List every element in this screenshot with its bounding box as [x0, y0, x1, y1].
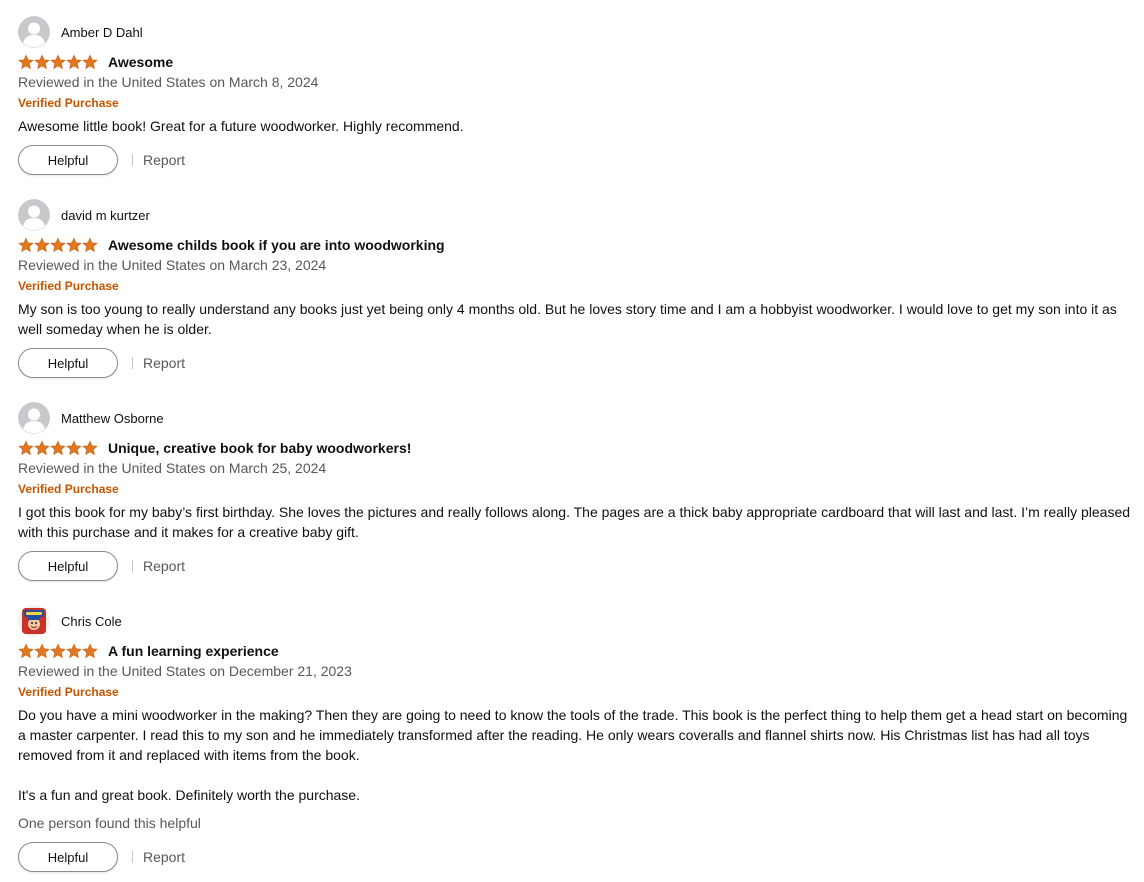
review-date: Reviewed in the United States on March 2…	[18, 257, 327, 273]
default-avatar-icon	[18, 16, 50, 48]
star-icon	[66, 54, 82, 70]
report-link[interactable]: Report	[143, 152, 185, 168]
review-date: Reviewed in the United States on Decembe…	[18, 663, 352, 679]
star-icon	[34, 237, 50, 253]
star-icon	[66, 237, 82, 253]
reviewer-name: Amber D Dahl	[61, 24, 143, 40]
star-icon	[18, 643, 34, 659]
divider	[132, 851, 133, 863]
review-paragraph: My son is too young to really understand…	[18, 301, 1117, 337]
review-body: Awesome little book! Great for a future …	[18, 116, 1138, 136]
star-icon	[66, 643, 82, 659]
verified-purchase-badge[interactable]: Verified Purchase	[18, 685, 119, 699]
star-icon	[82, 643, 98, 659]
review-paragraph: Awesome little book! Great for a future …	[18, 118, 464, 134]
review-body: Do you have a mini woodworker in the mak…	[18, 705, 1138, 805]
star-icon	[66, 440, 82, 456]
star-icon	[18, 54, 34, 70]
helpful-button[interactable]: Helpful	[18, 842, 118, 872]
review-body: I got this book for my baby’s first birt…	[18, 502, 1138, 542]
review-paragraph: Do you have a mini woodworker in the mak…	[18, 707, 1128, 763]
divider	[132, 357, 133, 369]
report-link[interactable]: Report	[143, 558, 185, 574]
review-actions: Helpful Report	[18, 348, 185, 378]
report-link[interactable]: Report	[143, 355, 185, 371]
rating-row: A fun learning experience	[18, 641, 279, 661]
review-paragraph: It's a fun and great book. Definitely wo…	[18, 787, 360, 803]
helpful-button[interactable]: Helpful	[18, 551, 118, 581]
star-icon	[18, 237, 34, 253]
review-title[interactable]: Unique, creative book for baby woodworke…	[108, 440, 411, 456]
star-icon	[34, 643, 50, 659]
reviewer-profile[interactable]: Amber D Dahl	[18, 16, 143, 48]
helpful-button[interactable]: Helpful	[18, 348, 118, 378]
review-title[interactable]: Awesome childs book if you are into wood…	[108, 237, 445, 253]
star-icon	[50, 54, 66, 70]
star-icon	[50, 237, 66, 253]
reviewer-name: Matthew Osborne	[61, 410, 164, 426]
star-icon	[50, 643, 66, 659]
review-title[interactable]: Awesome	[108, 54, 173, 70]
star-rating[interactable]	[18, 440, 98, 456]
star-rating[interactable]	[18, 643, 98, 659]
star-icon	[82, 440, 98, 456]
default-avatar-icon	[18, 402, 50, 434]
review-date: Reviewed in the United States on March 2…	[18, 460, 327, 476]
divider	[132, 154, 133, 166]
review-actions: Helpful Report	[18, 145, 185, 175]
reviewer-profile[interactable]: david m kurtzer	[18, 199, 150, 231]
star-rating[interactable]	[18, 54, 98, 70]
review-paragraph: I got this book for my baby’s first birt…	[18, 504, 1131, 540]
review-date: Reviewed in the United States on March 8…	[18, 74, 319, 90]
star-rating[interactable]	[18, 237, 98, 253]
reviewer-name: david m kurtzer	[61, 207, 150, 223]
rating-row: Awesome	[18, 52, 173, 72]
star-icon	[82, 237, 98, 253]
star-icon	[82, 54, 98, 70]
default-avatar-icon	[18, 199, 50, 231]
divider	[132, 560, 133, 572]
rating-row: Awesome childs book if you are into wood…	[18, 235, 445, 255]
review-actions: Helpful Report	[18, 551, 185, 581]
rating-row: Unique, creative book for baby woodworke…	[18, 438, 411, 458]
verified-purchase-badge[interactable]: Verified Purchase	[18, 482, 119, 496]
star-icon	[50, 440, 66, 456]
star-icon	[18, 440, 34, 456]
star-icon	[34, 54, 50, 70]
review-actions: Helpful Report	[18, 842, 185, 872]
verified-purchase-badge[interactable]: Verified Purchase	[18, 279, 119, 293]
cereal-box-avatar-icon	[18, 605, 50, 637]
review-body: My son is too young to really understand…	[18, 299, 1138, 339]
reviewer-name: Chris Cole	[61, 613, 122, 629]
reviewer-profile[interactable]: Matthew Osborne	[18, 402, 164, 434]
helpful-count: One person found this helpful	[18, 815, 201, 831]
report-link[interactable]: Report	[143, 849, 185, 865]
review-title[interactable]: A fun learning experience	[108, 643, 279, 659]
reviewer-profile[interactable]: Chris Cole	[18, 605, 122, 637]
star-icon	[34, 440, 50, 456]
helpful-button[interactable]: Helpful	[18, 145, 118, 175]
verified-purchase-badge[interactable]: Verified Purchase	[18, 96, 119, 110]
